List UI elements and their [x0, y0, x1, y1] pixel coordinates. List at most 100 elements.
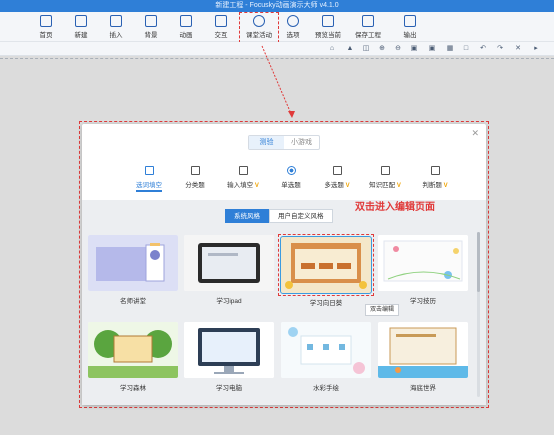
tab-custom-style[interactable]: 用户自定义风格 [269, 209, 333, 223]
template-card[interactable]: 海底世界 [378, 322, 468, 392]
vip-badge: V [345, 183, 350, 189]
vip-badge: V [396, 183, 401, 189]
home-icon[interactable]: ⌂ [328, 45, 336, 53]
template-card[interactable]: 学习森林 [88, 322, 178, 392]
type-single-choice[interactable]: 单选题 [266, 166, 316, 194]
toolbar-options-button[interactable]: 选项 [275, 14, 311, 41]
fill-word-icon [144, 166, 154, 175]
template-card[interactable]: 学习电脑 [184, 322, 274, 392]
guide-line [0, 58, 554, 59]
type-fill-word[interactable]: 选词填空 [124, 166, 174, 194]
true-false-icon [430, 166, 440, 175]
toolbar-interact-button[interactable]: 交互 [203, 14, 239, 41]
selected-template-outline [278, 234, 374, 296]
toolbar-new-button[interactable]: 新建 [63, 14, 99, 41]
redo-icon[interactable]: ↷ [496, 45, 504, 53]
type-multi-choice[interactable]: 多选题 V [312, 166, 362, 194]
template-thumbnail [281, 322, 371, 378]
type-label: 输入填空 [227, 182, 254, 189]
toolbar-label: 选项 [286, 32, 300, 39]
type-label: 单选题 [281, 182, 301, 189]
type-label: 选词填空 [136, 182, 162, 189]
radio-icon [286, 166, 296, 175]
toolbar-label: 保存工程 [355, 32, 381, 39]
template-name: 学习向日葵 [309, 300, 343, 307]
template-thumbnail [378, 322, 468, 378]
export-icon [404, 15, 416, 27]
template-card[interactable]: 名师讲堂 [88, 235, 178, 305]
zoom-in-icon[interactable]: ⊕ [378, 45, 386, 53]
toolbar-export-button[interactable]: 输出 [392, 14, 428, 41]
type-label: 知识匹配 [369, 182, 396, 189]
toolbar-insert-button[interactable]: 插入 [98, 14, 134, 41]
type-true-false[interactable]: 判断题 V [410, 166, 460, 194]
template-thumbnail [88, 322, 178, 378]
template-name: 名师讲堂 [120, 298, 146, 305]
toolbar-classroom-activity-button[interactable]: 课堂活动 [239, 12, 279, 43]
close-icon[interactable]: ✕ [471, 128, 479, 139]
toolbar-animation-button[interactable]: 动画 [168, 14, 204, 41]
input-fill-icon [238, 166, 248, 175]
template-name: 水彩手绘 [313, 385, 339, 392]
toolbar-label: 交互 [214, 32, 228, 39]
template-name: 学习森林 [120, 385, 146, 392]
type-label: 多选题 [324, 182, 344, 189]
template-name: 海底世界 [410, 385, 436, 392]
scrollbar-thumb[interactable] [477, 232, 480, 292]
secondary-toolbar: ⌂ ▲ ◫ ⊕ ⊖ ▣ ▣ ▦ □ ↶ ↷ ✕ ▸ [0, 42, 554, 56]
more-icon[interactable]: ▸ [532, 45, 540, 53]
toolbar-label: 预览当前 [315, 32, 341, 39]
undo-icon[interactable]: ↶ [479, 45, 487, 53]
tab-quiz[interactable]: 测验 [249, 136, 284, 149]
tab-minigame[interactable]: 小游戏 [284, 136, 319, 149]
toolbar-label: 输出 [403, 32, 417, 39]
toolbar-label: 插入 [109, 32, 123, 39]
template-card[interactable]: 水彩手绘 [281, 322, 371, 392]
interact-icon [215, 15, 227, 27]
fit-icon[interactable]: ▲ [346, 45, 354, 53]
main-toolbar: 首页 新建 插入 背景 动画 交互 课堂活动 选项 预览当前 保存工程 输出 [0, 12, 554, 43]
new-doc-icon [75, 15, 87, 27]
template-thumbnail [378, 235, 468, 291]
lock-icon[interactable]: ▣ [410, 45, 418, 53]
zoom-fit-icon[interactable]: ◫ [362, 45, 370, 53]
lock-icon[interactable]: ▣ [428, 45, 436, 53]
type-label: 分类题 [185, 182, 205, 189]
template-name: 学习ipad [216, 298, 242, 305]
activity-dialog: ✕ 测验 小游戏 选词填空 分类题 输入填空 V 单选题 多选题 V 知识匹配 … [82, 124, 486, 405]
delete-icon[interactable]: ✕ [514, 45, 522, 53]
background-icon [145, 15, 157, 27]
zoom-out-icon[interactable]: ⊖ [394, 45, 402, 53]
type-classify[interactable]: 分类题 [170, 166, 220, 194]
toolbar-save-button[interactable]: 保存工程 [350, 14, 386, 41]
classroom-activity-icon [253, 15, 265, 27]
grid-icon[interactable]: ▦ [446, 45, 454, 53]
toolbar-label: 新建 [74, 32, 88, 39]
template-card[interactable]: 学习ipad [184, 235, 274, 305]
template-scrollbar[interactable] [477, 232, 480, 397]
type-match[interactable]: 知识匹配 V [360, 166, 410, 194]
window-title: 新建工程 - Focusky动画演示大师 v4.1.0 [215, 2, 339, 9]
type-input-fill[interactable]: 输入填空 V [218, 166, 268, 194]
window-title-bar: 新建工程 - Focusky动画演示大师 v4.1.0 [0, 0, 554, 12]
template-card[interactable]: 学习技历 [378, 235, 468, 305]
animation-icon [180, 15, 192, 27]
tab-system-style[interactable]: 系统风格 [225, 209, 269, 223]
toolbar-label: 课堂活动 [246, 32, 272, 39]
type-label: 判断题 [422, 182, 442, 189]
gear-icon [287, 15, 299, 27]
vip-badge: V [443, 183, 448, 189]
toolbar-preview-button[interactable]: 预览当前 [310, 14, 346, 41]
active-underline [136, 190, 162, 192]
home-icon [40, 15, 52, 27]
question-type-bar: 选词填空 分类题 输入填空 V 单选题 多选题 V 知识匹配 V 判断题 V [124, 166, 448, 194]
match-icon [380, 166, 390, 175]
style-tabs: 系统风格 用户自定义风格 [225, 209, 333, 223]
toolbar-background-button[interactable]: 背景 [133, 14, 169, 41]
template-thumbnail [184, 235, 274, 291]
toolbar-home-button[interactable]: 首页 [28, 14, 64, 41]
frame-icon[interactable]: □ [462, 45, 470, 53]
tooltip: 双击编辑 [365, 304, 400, 316]
checkbox-icon [332, 166, 342, 175]
annotation-text: 双击进入编辑页面 [355, 202, 435, 213]
